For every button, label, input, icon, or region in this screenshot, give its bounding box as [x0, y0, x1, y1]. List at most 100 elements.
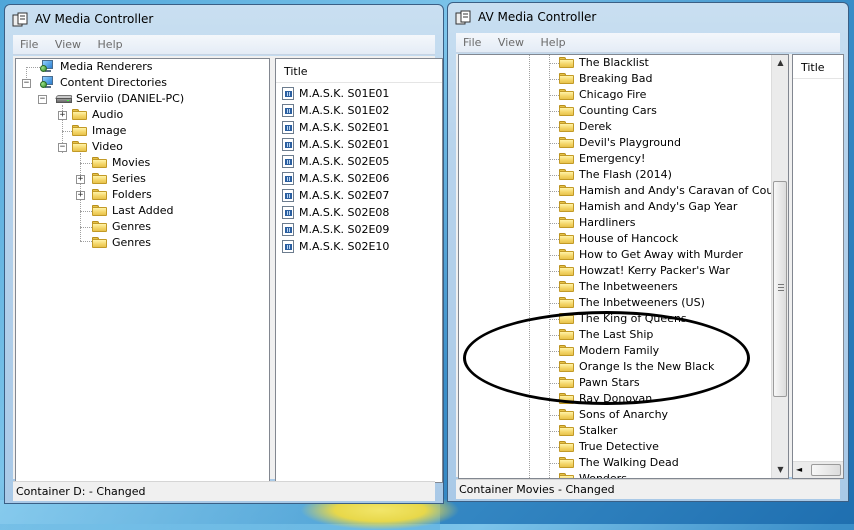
expand-icon[interactable]: + — [58, 111, 67, 120]
list-item-label: M.A.S.K. S02E09 — [299, 223, 390, 236]
tree-item-label: Sons of Anarchy — [579, 408, 669, 421]
expand-icon[interactable]: + — [76, 191, 85, 200]
video-file-icon — [282, 87, 294, 100]
right-window: AV Media Controller File View Help The B… — [447, 2, 849, 502]
tree-item-series[interactable]: The Blacklist — [559, 55, 774, 71]
tree-item-series[interactable]: Stalker — [559, 423, 774, 439]
tree-item-series[interactable]: Emergency! — [559, 151, 774, 167]
tree-item-image[interactable]: Image — [72, 123, 222, 139]
tree-item-label: House of Hancock — [579, 232, 679, 245]
list-item-label: M.A.S.K. S02E01 — [299, 121, 390, 134]
scroll-down-icon[interactable]: ▼ — [773, 462, 788, 478]
tree-item-label: Devil's Playground — [579, 136, 681, 149]
folder-icon — [92, 205, 107, 216]
tree-item-genres[interactable]: Genres — [92, 219, 242, 235]
tree-item-label: Howzat! Kerry Packer's War — [579, 264, 730, 277]
tree-item-label: The Blacklist — [579, 56, 649, 69]
video-file-icon — [282, 138, 294, 151]
tree-item-video[interactable]: Video — [72, 139, 222, 155]
status-text: Container D: - Changed — [16, 485, 146, 498]
tree-item-series[interactable]: Wonders — [559, 471, 774, 478]
window-title: AV Media Controller — [478, 10, 597, 24]
scroll-left-icon[interactable]: ◄ — [796, 465, 802, 474]
tree-item-label: Hamish and Andy's Gap Year — [579, 200, 738, 213]
column-header-title[interactable]: Title — [276, 59, 442, 83]
tree-item-series[interactable]: Hamish and Andy's Gap Year — [559, 199, 774, 215]
left-titlebar[interactable]: AV Media Controller — [5, 5, 443, 35]
tree-item-series[interactable]: Howzat! Kerry Packer's War — [559, 263, 774, 279]
folder-icon — [72, 141, 87, 152]
folder-icon — [559, 217, 574, 228]
folder-icon — [559, 153, 574, 164]
menu-file[interactable]: File — [456, 33, 487, 49]
tree-item-series[interactable]: Derek — [559, 119, 774, 135]
tree-item-last-added[interactable]: Last Added — [92, 203, 242, 219]
client-area: Media Renderers − Content Directories − … — [13, 56, 443, 483]
menu-view[interactable]: View — [491, 33, 530, 49]
tree-view[interactable]: Media Renderers − Content Directories − … — [15, 58, 270, 483]
tree-item-series[interactable]: The Inbetweeners (US) — [559, 295, 774, 311]
file-list[interactable]: Title M.A.S.K. S01E01 M.A.S.K. S01E02 M.… — [275, 58, 443, 483]
folder-icon — [559, 185, 574, 196]
tree-item-media-renderers[interactable]: Media Renderers — [40, 59, 240, 75]
right-titlebar[interactable]: AV Media Controller — [448, 3, 848, 33]
tree-item-label: Hamish and Andy's Caravan of Courage — [579, 184, 789, 197]
file-list[interactable]: Title ◄ — [792, 54, 844, 479]
tree-item-label: Image — [92, 124, 127, 137]
tree-item-label: Genres — [112, 220, 152, 233]
tree-item-label: Hardliners — [579, 216, 636, 229]
tree-item-series[interactable]: Breaking Bad — [559, 71, 774, 87]
tree-item-label: Chicago Fire — [579, 88, 647, 101]
horizontal-scrollbar[interactable]: ◄ — [793, 461, 843, 478]
video-file-icon — [282, 223, 294, 236]
menu-file[interactable]: File — [13, 35, 44, 51]
tree-item-series[interactable]: Sons of Anarchy — [559, 407, 774, 423]
tree-item-series[interactable]: The Flash (2014) — [559, 167, 774, 183]
scrollbar-thumb[interactable] — [773, 181, 787, 397]
collapse-icon[interactable]: − — [38, 95, 47, 104]
left-window: AV Media Controller File View Help Media… — [4, 4, 444, 504]
tree-item-series[interactable]: Counting Cars — [559, 103, 774, 119]
column-header-title[interactable]: Title — [793, 55, 843, 79]
tree-item-series[interactable]: Hamish and Andy's Caravan of Courage — [559, 183, 788, 199]
menu-help[interactable]: Help — [534, 33, 572, 49]
tree-item-movies[interactable]: Movies — [92, 155, 242, 171]
vertical-scrollbar[interactable]: ▲ ▼ — [771, 55, 788, 478]
tree-view[interactable]: The Blacklist Breaking Bad Chicago Fire Cou… — [458, 54, 789, 479]
tree-item-label: Counting Cars — [579, 104, 657, 117]
expand-icon[interactable]: + — [76, 175, 85, 184]
menu-view[interactable]: View — [48, 35, 87, 51]
scrollbar-thumb[interactable] — [811, 464, 841, 476]
tree-item-series[interactable]: Devil's Playground — [559, 135, 774, 151]
folder-icon — [559, 409, 574, 420]
tree-item-series[interactable]: True Detective — [559, 439, 774, 455]
scroll-up-icon[interactable]: ▲ — [773, 55, 788, 71]
tree-item-series[interactable]: Hardliners — [559, 215, 774, 231]
tree-item-content-directories[interactable]: Content Directories — [40, 75, 240, 91]
collapse-icon[interactable]: − — [22, 79, 31, 88]
folder-icon — [92, 173, 107, 184]
folder-icon — [92, 157, 107, 168]
tree-item-series[interactable]: House of Hancock — [559, 231, 774, 247]
annotation-ellipse — [463, 311, 750, 405]
folder-icon — [92, 237, 107, 248]
tree-item-server[interactable]: Serviio (DANIEL-PC) — [55, 91, 256, 107]
folder-icon — [559, 121, 574, 132]
folder-icon — [72, 125, 87, 136]
tree-item-folders[interactable]: Folders — [92, 187, 242, 203]
tree-item-series[interactable]: Chicago Fire — [559, 87, 774, 103]
tree-item-genres[interactable]: Genres — [92, 235, 242, 251]
tree-item-label: Series — [112, 172, 146, 185]
menu-help[interactable]: Help — [91, 35, 129, 51]
monitor-globe-icon — [40, 60, 55, 73]
tree-item-series[interactable]: The Inbetweeners — [559, 279, 774, 295]
tree-item-series[interactable]: How to Get Away with Murder — [559, 247, 774, 263]
tree-item-audio[interactable]: Audio — [72, 107, 222, 123]
tree-item-series[interactable]: Series — [92, 171, 242, 187]
folder-icon — [559, 281, 574, 292]
collapse-icon[interactable]: − — [58, 143, 67, 152]
tree-item-label: Breaking Bad — [579, 72, 653, 85]
folder-icon — [559, 233, 574, 244]
tree-item-series[interactable]: The Walking Dead — [559, 455, 774, 471]
folder-icon — [559, 169, 574, 180]
